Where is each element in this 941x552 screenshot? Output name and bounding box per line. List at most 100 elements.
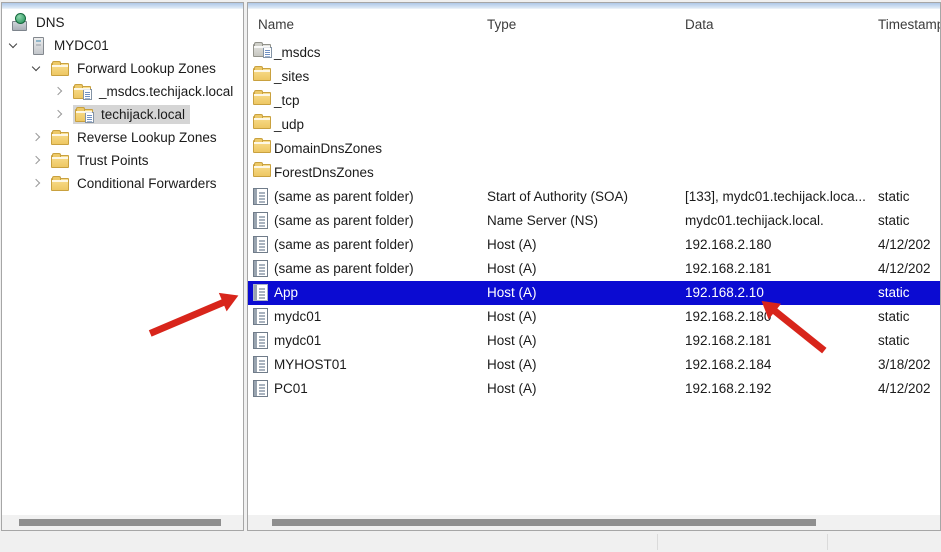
folder-icon	[253, 92, 271, 105]
tree-item-label: Reverse Lookup Zones	[74, 129, 220, 146]
delegated-folder-icon	[253, 44, 271, 57]
dns-record-row[interactable]: (same as parent folder) Name Server (NS)…	[248, 209, 940, 233]
tree-item-forward-lookup-zones[interactable]: Forward Lookup Zones	[2, 57, 243, 80]
folder-icon	[253, 68, 271, 81]
chevron-expanded-icon[interactable]	[5, 37, 22, 54]
record-type: Host (A)	[487, 377, 537, 401]
tree-item-techijack-zone[interactable]: techijack.local	[2, 103, 243, 126]
tree-item-label: Trust Points	[74, 152, 152, 169]
record-name: (same as parent folder)	[274, 209, 414, 233]
zone-folder-icon	[75, 109, 93, 122]
record-name: _msdcs	[274, 41, 321, 65]
record-timestamp: 4/12/202	[878, 377, 931, 401]
dns-record-row[interactable]: _tcp	[248, 89, 940, 113]
dns-console-icon	[11, 14, 28, 31]
status-bar-divider	[827, 534, 828, 550]
record-data: mydc01.techijack.local.	[685, 209, 824, 233]
record-timestamp: 4/12/202	[878, 233, 931, 257]
record-type: Host (A)	[487, 233, 537, 257]
tree-item-dns[interactable]: DNS	[2, 11, 243, 34]
records-list: _msdcs _sites _tcp _udp DomainDnsZones F…	[248, 41, 940, 401]
folder-icon	[253, 116, 271, 129]
tree-item-reverse-lookup-zones[interactable]: Reverse Lookup Zones	[2, 126, 243, 149]
folder-icon	[253, 164, 271, 177]
record-icon	[253, 212, 268, 229]
record-data: 192.168.2.181	[685, 329, 771, 353]
record-name: App	[274, 281, 298, 305]
folder-icon	[51, 132, 69, 145]
dns-record-row[interactable]: MYHOST01 Host (A) 192.168.2.184 3/18/202	[248, 353, 940, 377]
chevron-collapsed-icon[interactable]	[28, 175, 45, 192]
chevron-collapsed-icon[interactable]	[50, 106, 67, 123]
record-type: Host (A)	[487, 329, 537, 353]
record-timestamp: static	[878, 329, 910, 353]
tree-item-trust-points[interactable]: Trust Points	[2, 149, 243, 172]
zone-folder-icon	[73, 86, 91, 99]
tree-item-label: MYDC01	[51, 37, 112, 54]
chevron-collapsed-icon[interactable]	[28, 152, 45, 169]
dns-record-row[interactable]: (same as parent folder) Host (A) 192.168…	[248, 257, 940, 281]
console-tree-panel: DNS MYDC01 Forward Lookup Zones _msdcs.t…	[1, 2, 244, 531]
dns-record-row[interactable]: ForestDnsZones	[248, 161, 940, 185]
zone-page-overlay	[85, 112, 94, 123]
chevron-expanded-icon[interactable]	[28, 60, 45, 77]
record-icon	[253, 236, 268, 253]
record-timestamp: 4/12/202	[878, 257, 931, 281]
horizontal-scrollbar[interactable]	[248, 515, 940, 530]
record-data: 192.168.2.181	[685, 257, 771, 281]
column-header-type[interactable]: Type	[487, 9, 516, 40]
dns-record-row-selected-app[interactable]: App Host (A) 192.168.2.10 static	[248, 281, 940, 305]
record-type: Host (A)	[487, 257, 537, 281]
column-header-timestamp[interactable]: Timestamp	[878, 9, 941, 40]
horizontal-scrollbar[interactable]	[2, 515, 243, 530]
record-type: Host (A)	[487, 281, 537, 305]
dns-record-row[interactable]: mydc01 Host (A) 192.168.2.181 static	[248, 329, 940, 353]
tree-item-conditional-forwarders[interactable]: Conditional Forwarders	[2, 172, 243, 195]
tree-item-msdcs-zone[interactable]: _msdcs.techijack.local	[2, 80, 243, 103]
status-bar	[0, 532, 941, 552]
chevron-collapsed-icon[interactable]	[28, 129, 45, 146]
column-header-name[interactable]: Name	[258, 9, 294, 40]
record-type: Host (A)	[487, 353, 537, 377]
dns-record-row[interactable]: (same as parent folder) Host (A) 192.168…	[248, 233, 940, 257]
record-icon	[253, 260, 268, 277]
record-type: Host (A)	[487, 305, 537, 329]
record-icon	[253, 332, 268, 349]
panel-top-strip	[2, 3, 243, 9]
record-name: mydc01	[274, 329, 321, 353]
record-timestamp: static	[878, 281, 910, 305]
scrollbar-thumb[interactable]	[19, 519, 221, 526]
tree-item-mydc01[interactable]: MYDC01	[2, 34, 243, 57]
column-header-data[interactable]: Data	[685, 9, 714, 40]
record-icon	[253, 308, 268, 325]
record-data: 192.168.2.192	[685, 377, 771, 401]
record-name: MYHOST01	[274, 353, 347, 377]
tree-item-label: DNS	[33, 14, 68, 31]
scrollbar-thumb[interactable]	[272, 519, 816, 526]
dns-record-row[interactable]: _sites	[248, 65, 940, 89]
record-name: mydc01	[274, 305, 321, 329]
server-icon	[33, 37, 44, 55]
dns-record-row[interactable]: mydc01 Host (A) 192.168.2.180 static	[248, 305, 940, 329]
chevron-collapsed-icon[interactable]	[50, 83, 67, 100]
folder-icon	[51, 63, 69, 76]
dns-record-row[interactable]: _udp	[248, 113, 940, 137]
dns-record-row[interactable]: DomainDnsZones	[248, 137, 940, 161]
tree-selection-highlight: techijack.local	[73, 105, 190, 124]
record-name: _udp	[274, 113, 304, 137]
tree-item-label: Forward Lookup Zones	[74, 60, 219, 77]
dns-record-row[interactable]: _msdcs	[248, 41, 940, 65]
list-header: Name Type Data Timestamp	[248, 9, 940, 40]
dns-record-row[interactable]: (same as parent folder) Start of Authori…	[248, 185, 940, 209]
zone-page-overlay	[83, 89, 92, 100]
record-icon	[253, 188, 268, 205]
zone-page-overlay	[263, 47, 272, 58]
tree-item-label: _msdcs.techijack.local	[96, 83, 236, 100]
record-type: Name Server (NS)	[487, 209, 598, 233]
dns-record-row[interactable]: PC01 Host (A) 192.168.2.192 4/12/202	[248, 377, 940, 401]
record-icon	[253, 356, 268, 373]
record-data: 192.168.2.10	[685, 281, 764, 305]
record-data: 192.168.2.180	[685, 233, 771, 257]
record-timestamp: static	[878, 209, 910, 233]
record-name: _tcp	[274, 89, 300, 113]
